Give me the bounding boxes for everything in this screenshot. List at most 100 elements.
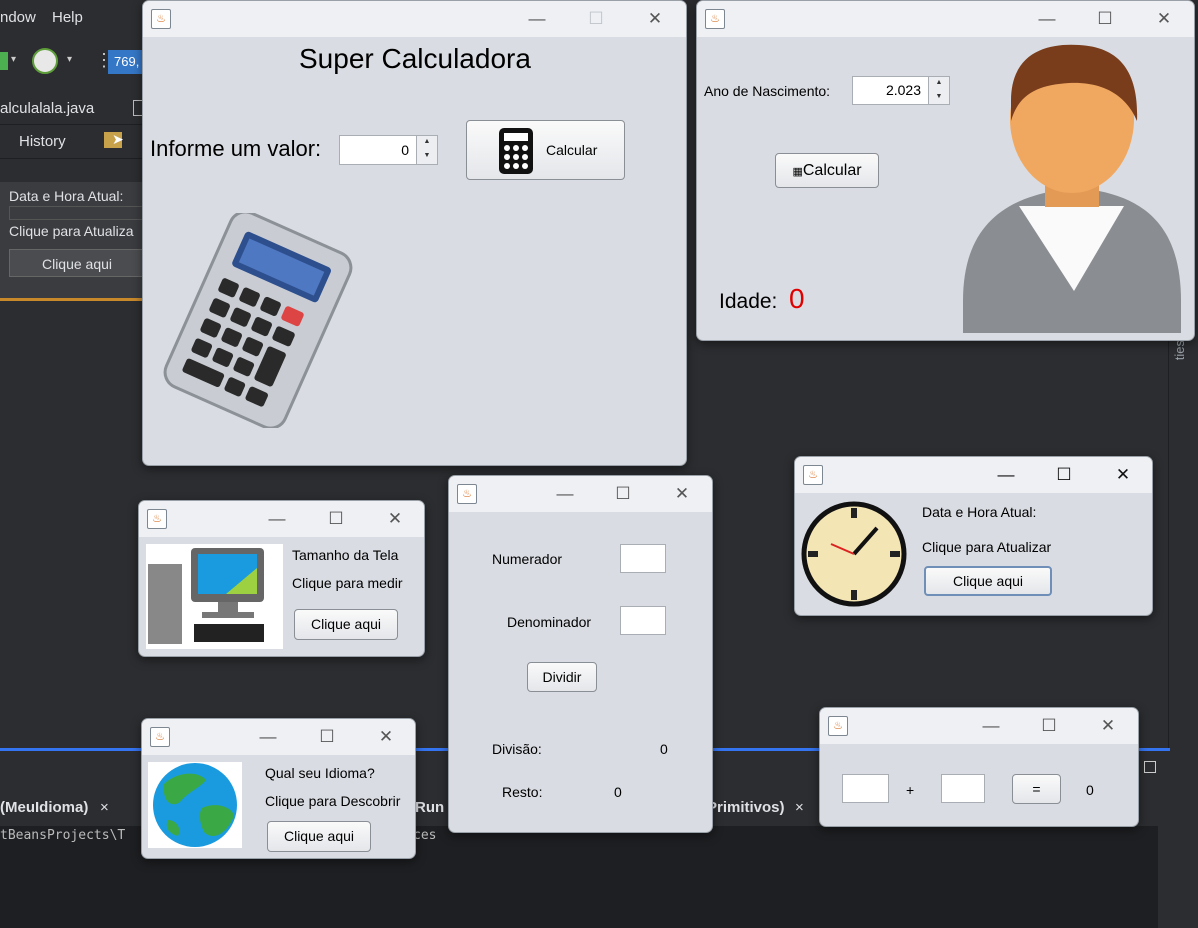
editor-tab[interactable]: alculalala.java [0,100,94,117]
close-button[interactable]: ✕ [374,725,398,749]
calculate-button[interactable]: Calcular [466,120,625,180]
run-icon[interactable] [0,52,8,70]
design-update-label: Clique para Atualiza [9,223,134,239]
divide-button[interactable]: Dividir [527,662,597,692]
restore-icon[interactable] [1144,761,1156,773]
quotient-label: Divisão: [492,741,542,757]
denominator-input[interactable] [620,606,666,635]
java-icon: ♨ [803,465,823,485]
cursor-icon: ➤ [112,131,124,147]
age-label: Idade: [719,290,778,313]
quotient-value: 0 [660,741,668,757]
calculate-age-label: Calcular [802,162,862,179]
numerator-input[interactable] [620,544,666,573]
close-icon[interactable]: × [100,799,109,816]
language-window: ♨ — ☐ ✕ Qual seu Idioma? Clique para Des… [141,718,416,859]
minimize-button[interactable]: — [1035,7,1059,31]
java-icon: ♨ [705,9,725,29]
measure-button[interactable]: Clique aqui [294,609,398,640]
value-spinner[interactable]: 0 ▲ ▼ [339,135,438,165]
value-spinner-text: 0 [401,142,409,158]
super-calculator-window: ♨ — ☐ ✕ Super Calculadora Informe um val… [142,0,687,466]
minimize-button[interactable]: — [979,714,1003,738]
age-value: 0 [789,283,805,314]
language-prompt: Clique para Descobrir [265,793,401,809]
spinner-down-icon[interactable]: ▼ [929,91,949,105]
minimize-button[interactable]: — [994,463,1018,487]
first-operand-input[interactable] [842,774,889,803]
output-tab-run[interactable]: Run [415,799,444,816]
app-title: Super Calculadora [299,43,531,74]
globe-illustration [148,762,242,848]
minimize-button[interactable]: — [256,725,280,749]
close-button[interactable]: ✕ [1096,714,1120,738]
calculator-illustration [163,213,353,428]
minimize-button[interactable]: — [525,7,549,31]
second-operand-input[interactable] [941,774,985,803]
console-scrollbar[interactable] [1158,826,1168,928]
maximize-button[interactable]: ☐ [324,507,348,531]
division-window: ♨ — ☐ ✕ Numerador Denominador Dividir Di… [448,475,713,833]
maximize-button[interactable]: ☐ [315,725,339,749]
calculate-age-button[interactable]: ▦Calcular [775,153,879,188]
output-tail: ces [413,828,437,843]
computer-illustration [146,544,283,649]
maximize-button[interactable]: ☐ [1037,714,1061,738]
minimize-button[interactable]: — [553,482,577,506]
maximize-button[interactable]: ☐ [1052,463,1076,487]
calculate-button-label: Calcular [546,142,598,158]
spinner-up-icon[interactable]: ▲ [417,136,437,150]
remainder-value: 0 [614,784,622,800]
remainder-label: Resto: [502,784,543,800]
close-icon[interactable]: × [795,799,804,816]
profiler-icon[interactable] [32,48,58,74]
language-label: Qual seu Idioma? [265,765,375,781]
clock-prompt: Clique para Atualizar [922,539,1052,555]
plus-label: + [906,782,915,798]
update-time-button[interactable]: Clique aqui [924,566,1052,596]
output-path: tBeansProjects\T [0,828,126,843]
maximize-button[interactable]: ☐ [611,482,635,506]
java-icon: ♨ [147,509,167,529]
spinner-buttons[interactable]: ▲ ▼ [928,77,949,104]
menu-help[interactable]: Help [52,9,83,26]
history-tab[interactable]: History [19,133,66,150]
close-button[interactable]: ✕ [643,7,667,31]
close-button[interactable]: ✕ [1111,463,1135,487]
dropdown-arrow-icon[interactable]: ▾ [67,54,72,65]
sum-window: ♨ — ☐ ✕ + = 0 [819,707,1139,827]
age-calculator-window: ♨ — ☐ ✕ Ano de Nascimento: 2.023 ▲ ▼ ▦Cal… [696,0,1195,341]
output-tab-idioma[interactable]: (MeuIdioma) [0,799,88,816]
close-button[interactable]: ✕ [670,482,694,506]
right-strip-label[interactable]: ties [1172,340,1187,360]
birth-year-spinner[interactable]: 2.023 ▲ ▼ [852,76,950,105]
denominator-label: Denominador [507,614,592,630]
java-icon: ♨ [150,727,170,747]
menu-window[interactable]: ndow [0,9,36,26]
numerator-label: Numerador [492,551,563,567]
maximize-button[interactable]: ☐ [584,7,608,31]
minimize-button[interactable]: — [265,507,289,531]
right-tab-strip [1168,340,1198,760]
birth-year-text: 2.023 [885,82,921,98]
java-icon: ♨ [151,9,171,29]
value-label: Informe um valor: [150,136,322,161]
close-button[interactable]: ✕ [383,507,407,531]
person-avatar [963,44,1181,333]
spinner-down-icon[interactable]: ▼ [417,150,437,164]
clock-label: Data e Hora Atual: [922,504,1037,520]
dropdown-arrow-icon[interactable]: ▾ [11,54,16,65]
maximize-button[interactable]: ☐ [1093,7,1117,31]
calculator-icon [499,128,533,174]
discover-language-button[interactable]: Clique aqui [267,821,371,852]
clock-illustration [801,501,907,607]
design-button[interactable]: Clique aqui [9,249,145,277]
title-bar [795,457,1152,493]
spinner-buttons[interactable]: ▲ ▼ [416,136,437,164]
equals-button[interactable]: = [1012,774,1061,804]
spinner-up-icon[interactable]: ▲ [929,77,949,91]
screen-size-prompt: Clique para medir [292,575,403,591]
close-button[interactable]: ✕ [1152,7,1176,31]
output-tab-primitivos[interactable]: Primitivos) [707,799,785,816]
screen-size-label: Tamanho da Tela [292,547,399,563]
